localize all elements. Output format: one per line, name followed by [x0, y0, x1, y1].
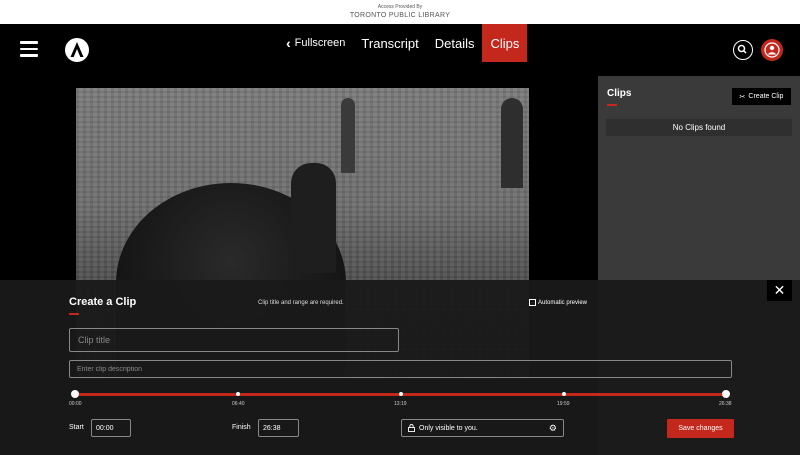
- app-logo[interactable]: [65, 38, 89, 62]
- access-provided-text: Access Provided By: [377, 4, 423, 10]
- close-icon: ✕: [773, 282, 786, 298]
- search-icon: [737, 44, 747, 54]
- tab-transcript[interactable]: Transcript: [353, 24, 426, 62]
- close-button[interactable]: ✕: [767, 280, 792, 301]
- library-name: TORONTO PUBLIC LIBRARY: [349, 12, 451, 19]
- tab-fullscreen-label: Fullscreen: [294, 37, 346, 49]
- tab-clips[interactable]: Clips: [482, 24, 528, 62]
- hamburger-icon[interactable]: [20, 41, 38, 57]
- nav-tabs: ‹ Fullscreen Transcript Details Clips: [280, 24, 528, 62]
- visibility-selector[interactable]: Only visible to you. ⚙: [401, 419, 564, 437]
- tab-transcript-label: Transcript: [361, 35, 419, 51]
- automatic-preview-checkbox[interactable]: [529, 299, 536, 306]
- gear-icon[interactable]: ⚙: [549, 423, 557, 434]
- start-label: Start: [69, 424, 84, 431]
- range-start-handle[interactable]: [71, 390, 79, 398]
- range-end-handle[interactable]: [722, 390, 730, 398]
- tab-details-label: Details: [434, 35, 475, 51]
- visibility-text: Only visible to you.: [419, 424, 478, 432]
- clip-title-input[interactable]: [69, 328, 399, 352]
- finish-label: Finish: [232, 424, 251, 431]
- tab-fullscreen[interactable]: ‹ Fullscreen: [280, 24, 353, 62]
- lock-icon: [408, 424, 415, 432]
- timeline-tick: [236, 392, 240, 396]
- title-underline: [607, 104, 617, 106]
- user-button[interactable]: [761, 39, 783, 61]
- create-clip-label: Create Clip: [748, 93, 784, 100]
- timeline-label: 26:38: [719, 401, 732, 407]
- chevron-left-icon: ‹: [286, 35, 291, 51]
- user-icon: [764, 42, 780, 58]
- logo-icon: [70, 42, 84, 57]
- scissors-icon: ✂: [739, 93, 746, 101]
- dialog-title: Create a Clip: [69, 296, 137, 308]
- save-changes-button[interactable]: Save changes: [667, 419, 734, 438]
- timeline-label: 19:59: [557, 401, 570, 407]
- clips-panel-title: Clips: [607, 88, 632, 99]
- timeline-tick: [562, 392, 566, 396]
- automatic-preview-toggle[interactable]: Automatic preview: [529, 299, 587, 306]
- clip-description-input[interactable]: [69, 360, 732, 378]
- create-clip-dialog: ✕ Create a Clip Clip title and range are…: [0, 280, 800, 455]
- tab-clips-label: Clips: [490, 35, 520, 51]
- timeline-label: 06:40: [232, 401, 245, 407]
- access-banner: Access Provided By TORONTO PUBLIC LIBRAR…: [0, 0, 800, 24]
- required-note: Clip title and range are required.: [258, 300, 344, 306]
- timeline-tick: [399, 392, 403, 396]
- empty-clips-message: No Clips found: [606, 119, 792, 136]
- start-time-input[interactable]: [91, 419, 131, 437]
- tab-details[interactable]: Details: [427, 24, 483, 62]
- finish-time-input[interactable]: [258, 419, 299, 437]
- timeline-label: 13:19: [394, 401, 407, 407]
- top-navigation: ‹ Fullscreen Transcript Details Clips: [0, 24, 800, 76]
- create-clip-button[interactable]: ✂ Create Clip: [732, 88, 791, 105]
- automatic-preview-label: Automatic preview: [538, 299, 588, 306]
- timeline-label: 00:00: [69, 401, 82, 407]
- title-underline: [69, 313, 79, 315]
- search-button[interactable]: [733, 40, 753, 60]
